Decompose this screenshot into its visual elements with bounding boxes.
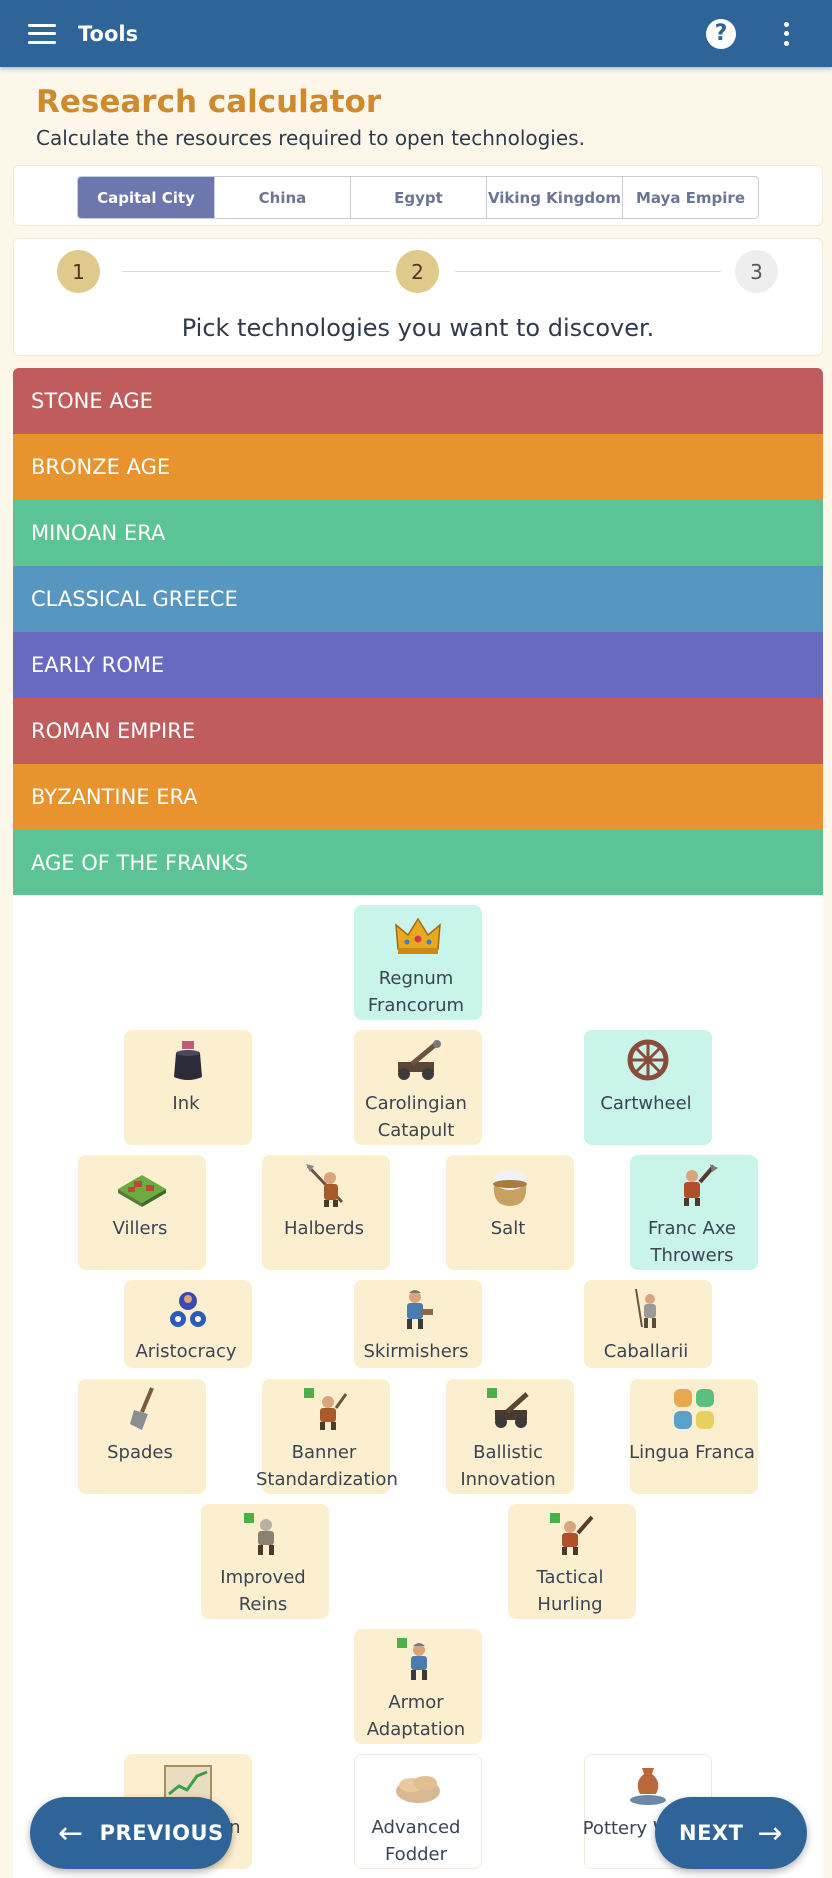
tech-franc-axe-throwers[interactable]: Franc Axe Throwers xyxy=(630,1155,758,1270)
tech-ballistic-innovation[interactable]: Ballistic Innovation xyxy=(446,1379,574,1494)
step-3[interactable]: 3 xyxy=(735,250,778,293)
cavalry-icon xyxy=(584,1280,712,1338)
step-instruction: Pick technologies you want to discover. xyxy=(181,314,655,342)
tech-tactical-hurling[interactable]: Tactical Hurling xyxy=(508,1504,636,1619)
tech-spades[interactable]: Spades xyxy=(78,1379,206,1494)
more-vert-icon[interactable] xyxy=(776,19,796,49)
ink-bottle-icon xyxy=(124,1030,252,1090)
halberdier-icon xyxy=(262,1155,390,1215)
era-roman-empire[interactable]: ROMAN EMPIRE xyxy=(13,698,823,764)
tiles-icon xyxy=(630,1379,758,1439)
spade-icon xyxy=(78,1379,206,1439)
rider-upgrade-icon xyxy=(201,1504,329,1564)
banner-soldier-icon xyxy=(262,1379,390,1439)
hamburger-menu-icon[interactable] xyxy=(0,0,84,67)
hay-icon xyxy=(355,1755,481,1814)
tech-lingua-franca[interactable]: Lingua Franca xyxy=(629,1379,758,1494)
tech-ink[interactable]: Ink xyxy=(124,1030,252,1145)
crown-icon xyxy=(354,905,482,965)
page-subtitle: Calculate the resources required to open… xyxy=(36,126,585,150)
city-tabs: Capital City China Egypt Viking Kingdom … xyxy=(77,176,759,219)
ballista-icon xyxy=(446,1379,574,1439)
step-2[interactable]: 2 xyxy=(396,250,439,293)
era-byzantine-era[interactable]: BYZANTINE ERA xyxy=(13,764,823,830)
tech-carolingian-catapult[interactable]: Carolingian Catapult xyxy=(354,1030,482,1145)
tech-regnum-francorum[interactable]: Regnum Francorum xyxy=(354,905,482,1020)
arrow-right-icon: → xyxy=(757,1815,784,1851)
tech-villers[interactable]: Villers xyxy=(78,1155,206,1270)
city-tab-egypt[interactable]: Egypt xyxy=(350,177,486,218)
village-icon xyxy=(78,1155,206,1215)
next-button[interactable]: NEXT → xyxy=(655,1797,807,1869)
era-minoan-era[interactable]: MINOAN ERA xyxy=(13,500,823,566)
era-age-of-the-franks[interactable]: AGE OF THE FRANKS xyxy=(13,830,823,896)
tech-caballarii[interactable]: Caballarii xyxy=(584,1280,712,1368)
tech-improved-reins[interactable]: Improved Reins xyxy=(201,1504,329,1619)
era-stone-age[interactable]: STONE AGE xyxy=(13,368,823,434)
skirmisher-icon xyxy=(354,1280,482,1338)
app-title: Tools xyxy=(78,21,139,46)
thrower-upgrade-icon xyxy=(508,1504,636,1564)
nobles-icon xyxy=(124,1280,252,1338)
tech-advanced-fodder[interactable]: Advanced Fodder xyxy=(354,1754,482,1869)
app-bar: Tools ? xyxy=(0,0,832,67)
help-icon[interactable]: ? xyxy=(706,18,736,49)
city-tab-china[interactable]: China xyxy=(214,177,350,218)
tech-aristocracy[interactable]: Aristocracy xyxy=(124,1280,252,1368)
tech-halberds[interactable]: Halberds xyxy=(262,1155,390,1270)
step-1[interactable]: 1 xyxy=(57,250,100,293)
arrow-left-icon: ← xyxy=(58,1815,84,1851)
city-tab-viking-kingdom[interactable]: Viking Kingdom xyxy=(486,177,622,218)
page-title: Research calculator xyxy=(36,84,382,120)
tech-skirmishers[interactable]: Skirmishers xyxy=(354,1280,482,1368)
era-bronze-age[interactable]: BRONZE AGE xyxy=(13,434,823,500)
catapult-icon xyxy=(354,1030,482,1090)
tech-armor-adaptation[interactable]: Armor Adaptation xyxy=(354,1629,482,1744)
tech-banner-standardization[interactable]: Banner Standardization xyxy=(256,1379,398,1494)
era-classical-greece[interactable]: CLASSICAL GREECE xyxy=(13,566,823,632)
tech-salt[interactable]: Salt xyxy=(446,1155,574,1270)
era-early-rome[interactable]: EARLY ROME xyxy=(13,632,823,698)
stepper-line xyxy=(122,271,390,272)
salt-sack-icon xyxy=(446,1155,574,1215)
city-tab-maya-empire[interactable]: Maya Empire xyxy=(622,177,758,218)
wheel-icon xyxy=(584,1030,712,1090)
tech-cartwheel[interactable]: Cartwheel xyxy=(584,1030,712,1145)
axe-thrower-icon xyxy=(630,1155,758,1215)
previous-button[interactable]: ← PREVIOUS xyxy=(30,1797,232,1869)
city-tab-capital-city[interactable]: Capital City xyxy=(78,177,214,218)
stepper-line xyxy=(455,271,721,272)
armor-upgrade-icon xyxy=(354,1629,482,1689)
